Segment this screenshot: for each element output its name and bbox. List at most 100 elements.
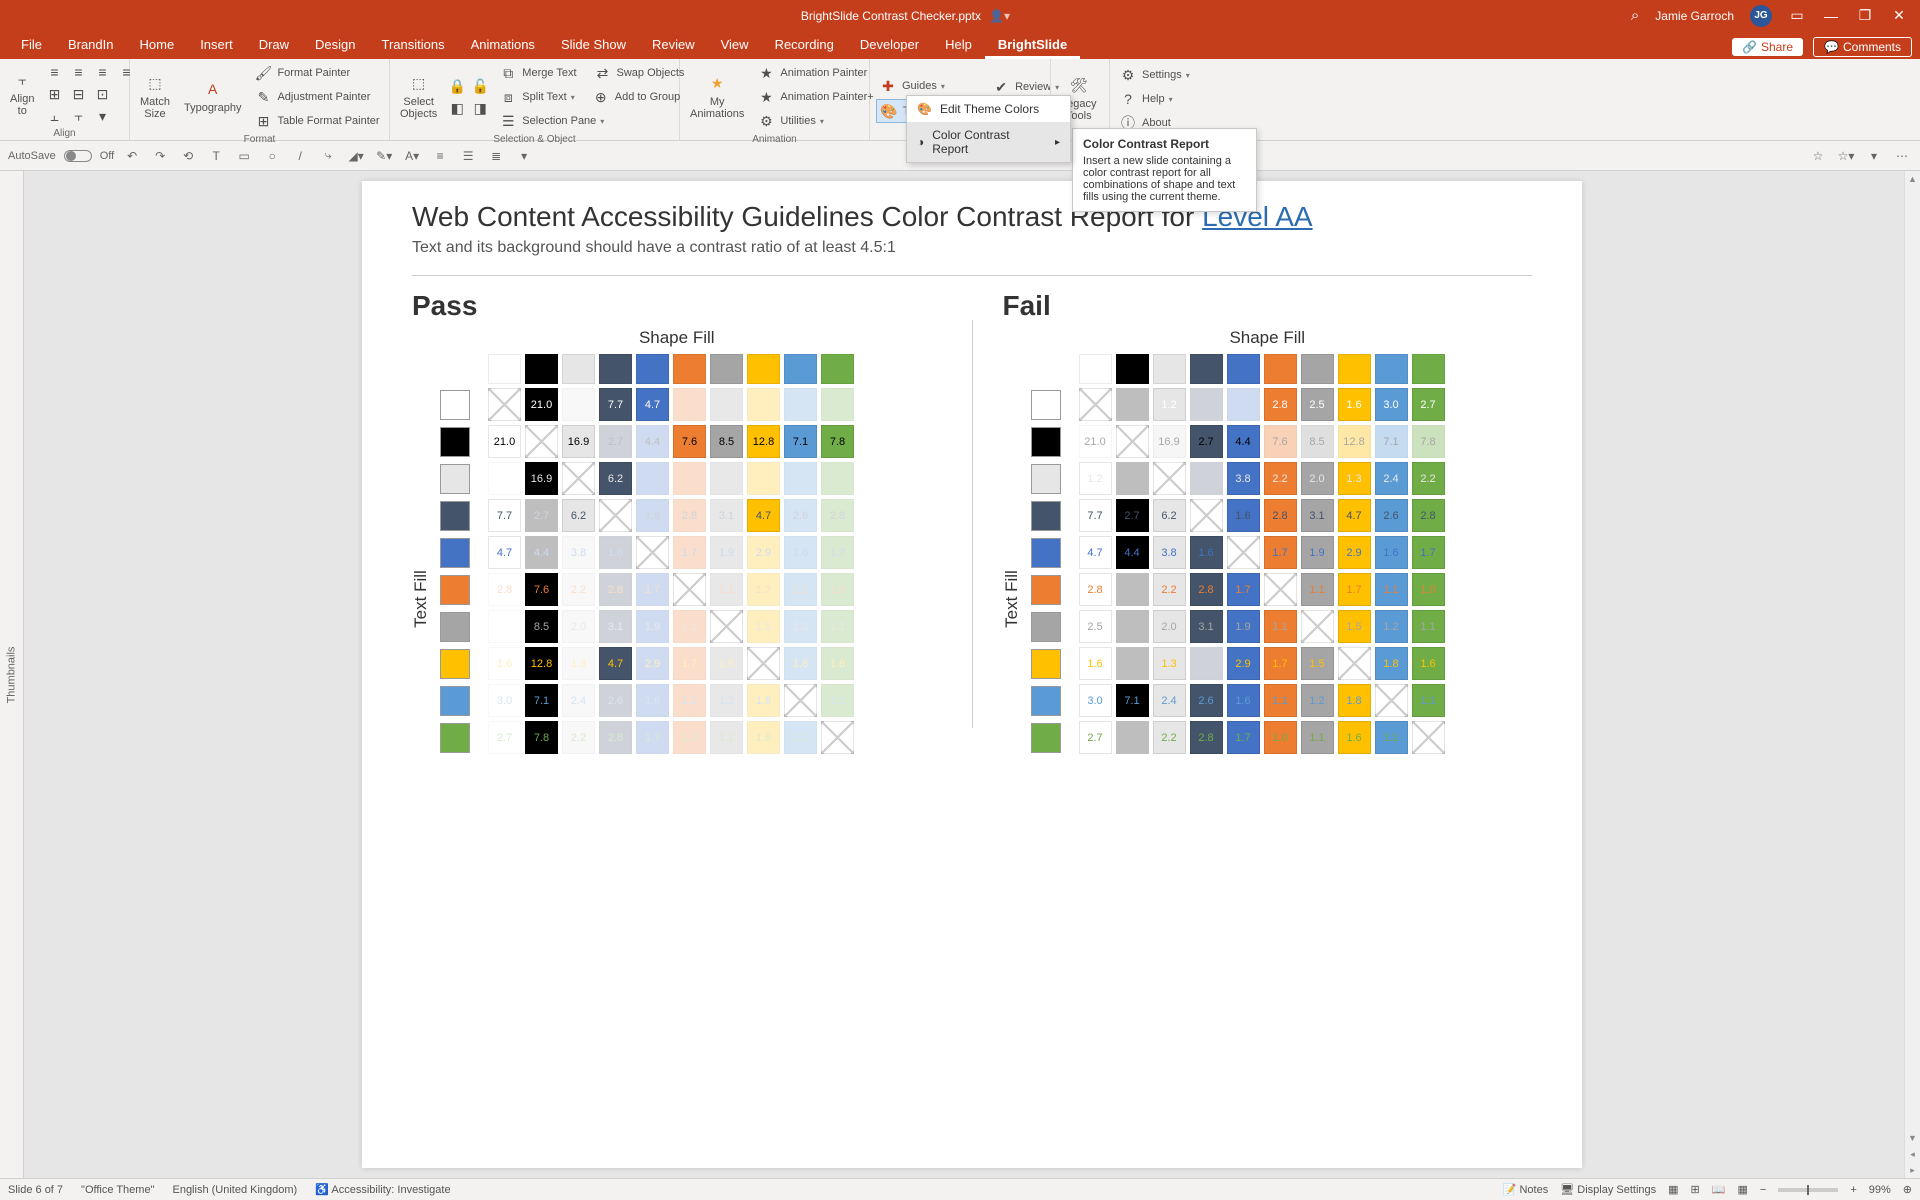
search-icon[interactable]: ⌕ xyxy=(1631,7,1639,24)
align-to-button[interactable]: ⫟Align to xyxy=(6,69,38,119)
contrast-cell: 4.7 xyxy=(1338,499,1371,532)
lock-icon[interactable]: 🔒 xyxy=(447,76,467,96)
avatar[interactable]: JG xyxy=(1750,5,1772,27)
match-size-button[interactable]: ⬚Match Size xyxy=(136,72,174,122)
zoom-level[interactable]: 99% xyxy=(1869,1184,1891,1196)
contrast-cell: 6.2 xyxy=(1153,499,1186,532)
color-header xyxy=(599,354,632,384)
animation-painter-plus-button[interactable]: ★Animation Painter+ xyxy=(754,86,875,108)
autosave-toggle[interactable] xyxy=(64,150,92,162)
comments-button[interactable]: 💬 Comments xyxy=(1813,37,1912,57)
tab-slide show[interactable]: Slide Show xyxy=(548,33,639,59)
tab-transitions[interactable]: Transitions xyxy=(369,33,458,59)
contrast-cell xyxy=(1116,425,1149,458)
contrast-cell: 1.2 xyxy=(784,610,817,643)
table-format-painter-button[interactable]: ⊞Table Format Painter xyxy=(251,110,381,132)
contrast-cell xyxy=(710,388,743,421)
tab-file[interactable]: File xyxy=(8,33,55,59)
contrast-cell xyxy=(1116,573,1149,606)
tab-home[interactable]: Home xyxy=(127,33,188,59)
sorter-view-icon[interactable]: ⊞ xyxy=(1691,1183,1700,1196)
contrast-cell xyxy=(1375,684,1408,717)
contrast-cell: 1.6 xyxy=(821,647,854,680)
contrast-cell: 2.0 xyxy=(1301,462,1334,495)
zoom-in-icon[interactable]: + xyxy=(1850,1184,1856,1196)
contrast-cell: 1.5 xyxy=(710,647,743,680)
zoom-out-icon[interactable]: − xyxy=(1760,1184,1766,1196)
tab-review[interactable]: Review xyxy=(639,33,708,59)
normal-view-icon[interactable]: ▦ xyxy=(1668,1183,1678,1196)
fit-icon[interactable]: ⊕ xyxy=(1903,1183,1912,1196)
contrast-cell: 16.9 xyxy=(1153,425,1186,458)
adjustment-painter-button[interactable]: ✎Adjustment Painter xyxy=(251,86,381,108)
align-left-icon[interactable]: ≡ xyxy=(44,62,64,82)
add-to-group-button[interactable]: ⊕Add to Group xyxy=(589,86,682,108)
edit-theme-colors-item[interactable]: 🎨Edit Theme Colors xyxy=(907,96,1070,122)
palette-icon: 🎨 xyxy=(917,102,932,116)
reading-view-icon[interactable]: 📖 xyxy=(1712,1183,1726,1196)
thumbnails-rail[interactable]: Thumbnails xyxy=(0,171,24,1178)
language-indicator[interactable]: English (United Kingdom) xyxy=(172,1184,297,1196)
select-objects-button[interactable]: ⬚Select Objects xyxy=(396,72,441,122)
typography-button[interactable]: ATypography xyxy=(180,78,245,116)
tab-animations[interactable]: Animations xyxy=(458,33,548,59)
tab-view[interactable]: View xyxy=(708,33,762,59)
notes-button[interactable]: 📝 Notes xyxy=(1503,1183,1549,1196)
contrast-cell: 8.5 xyxy=(525,610,558,643)
my-animations-button[interactable]: ★My Animations xyxy=(686,72,748,122)
animation-painter-button[interactable]: ★Animation Painter xyxy=(754,62,875,84)
help-button[interactable]: ?Help xyxy=(1116,88,1192,110)
settings-button[interactable]: ⚙Settings xyxy=(1116,64,1192,86)
color-header xyxy=(488,354,521,384)
minimize-icon[interactable]: — xyxy=(1822,8,1840,24)
slideshow-icon[interactable]: ▦ xyxy=(1737,1183,1747,1196)
ribbon-display-icon[interactable]: ▭ xyxy=(1788,7,1806,24)
contrast-cell: 2.8 xyxy=(821,499,854,532)
close-icon[interactable]: ✕ xyxy=(1890,7,1908,24)
contrast-cell: 2.0 xyxy=(562,610,595,643)
split-text-button[interactable]: ⧈Split Text xyxy=(496,86,576,108)
accessibility-indicator[interactable]: ♿ Accessibility: Investigate xyxy=(315,1183,450,1196)
undo-icon[interactable]: ↶ xyxy=(122,149,142,163)
contrast-cell: 1.1 xyxy=(1264,610,1297,643)
contrast-cell: 2.6 xyxy=(1375,499,1408,532)
tab-recording[interactable]: Recording xyxy=(762,33,847,59)
tab-brightslide[interactable]: BrightSlide xyxy=(985,33,1080,59)
document-title: BrightSlide Contrast Checker.pptx xyxy=(801,9,981,23)
slide-counter[interactable]: Slide 6 of 7 xyxy=(8,1184,63,1196)
contrast-cell: 1.2 xyxy=(1375,610,1408,643)
tab-draw[interactable]: Draw xyxy=(246,33,302,59)
color-header xyxy=(1375,354,1408,384)
contrast-cell: 1.6 xyxy=(488,647,521,680)
utilities-button[interactable]: ⚙Utilities xyxy=(754,110,875,132)
guides-button[interactable]: ✚Guides xyxy=(876,75,983,97)
contrast-cell: 2.7 xyxy=(1412,388,1445,421)
share-button[interactable]: 🔗 Share xyxy=(1732,38,1803,56)
tab-help[interactable]: Help xyxy=(932,33,985,59)
color-contrast-report-item[interactable]: ◑Color Contrast Report▸ xyxy=(907,122,1070,162)
star-icon[interactable]: ☆ xyxy=(1808,149,1828,163)
contrast-cell: 1.6 xyxy=(1190,536,1223,569)
contrast-cell xyxy=(1116,462,1149,495)
restore-icon[interactable]: ❐ xyxy=(1856,7,1874,24)
format-painter-button[interactable]: 🖌Format Painter xyxy=(251,62,381,84)
redo-icon[interactable]: ↷ xyxy=(150,149,170,163)
swap-objects-button[interactable]: ⇄Swap Objects xyxy=(591,62,687,84)
color-header xyxy=(1301,354,1334,384)
display-settings-button[interactable]: 🖥 Display Settings xyxy=(1560,1183,1656,1196)
tab-design[interactable]: Design xyxy=(302,33,368,59)
tab-insert[interactable]: Insert xyxy=(187,33,246,59)
contrast-cell: 12.8 xyxy=(525,647,558,680)
tooltip: Color Contrast Report Insert a new slide… xyxy=(1072,128,1257,212)
color-header xyxy=(710,354,743,384)
tab-developer[interactable]: Developer xyxy=(847,33,932,59)
selection-pane-button[interactable]: ☰Selection Pane xyxy=(496,110,686,132)
contrast-cell: 1.1 xyxy=(1301,573,1334,606)
contrast-cell: 3.8 xyxy=(1227,462,1260,495)
vertical-scrollbar[interactable]: ▲ ▼◂▸ xyxy=(1904,171,1920,1178)
tab-brandin[interactable]: BrandIn xyxy=(55,33,127,59)
contrast-cell xyxy=(562,388,595,421)
pass-heading: Pass xyxy=(412,290,942,322)
color-header xyxy=(1227,354,1260,384)
merge-text-button[interactable]: ⧉Merge Text xyxy=(496,62,578,84)
